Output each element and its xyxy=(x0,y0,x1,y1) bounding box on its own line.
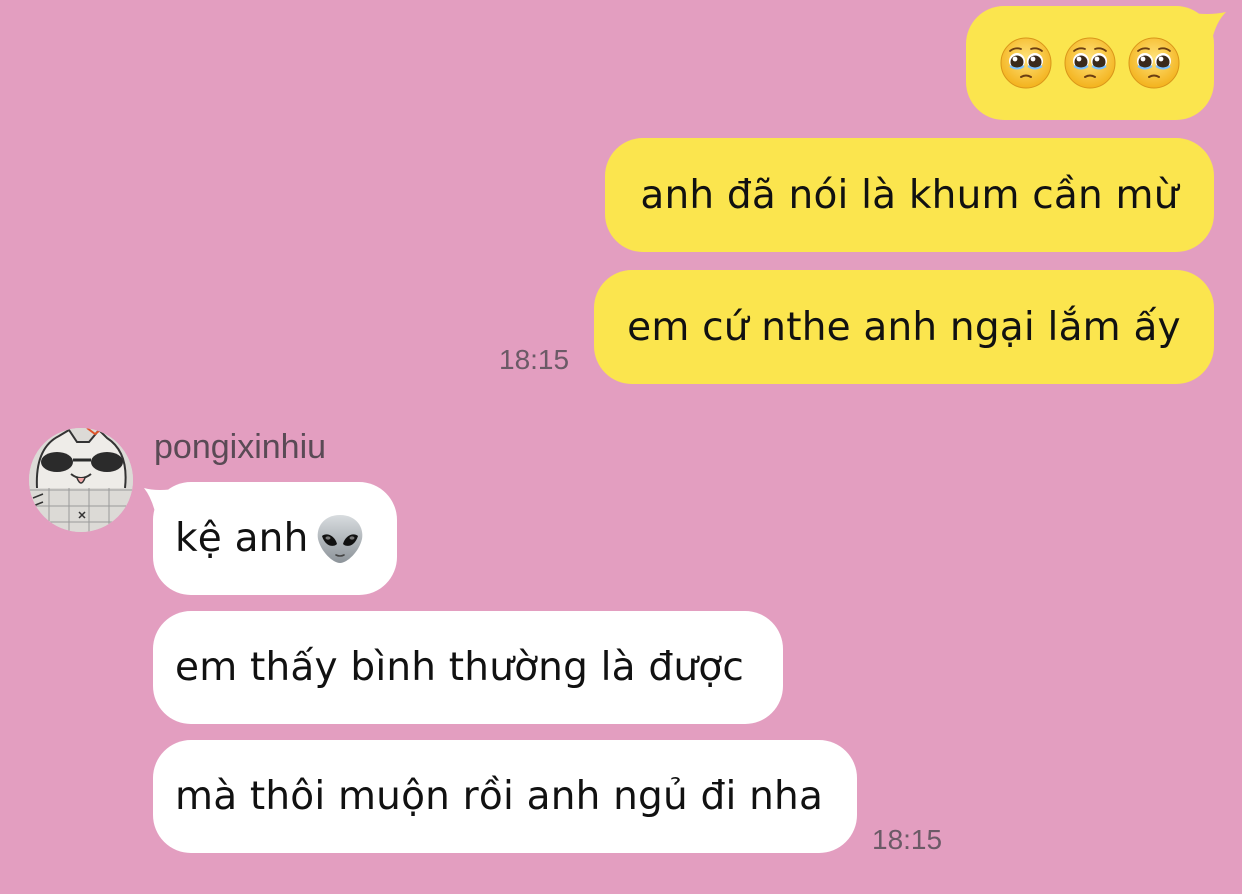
pleading-face-emoji-icon xyxy=(1064,37,1116,89)
outgoing-emoji-message[interactable] xyxy=(966,6,1214,120)
sender-name[interactable]: pongixinhiu xyxy=(154,428,326,467)
message-text: em thấy bình thường là được xyxy=(175,645,744,690)
outgoing-timestamp: 18:15 xyxy=(499,344,570,375)
pleading-face-emoji-icon xyxy=(1000,37,1052,89)
incoming-message[interactable]: em thấy bình thường là được xyxy=(153,611,783,724)
message-text: em cứ nthe anh ngại lắm ấy xyxy=(627,304,1181,350)
cat-sunglasses-sketch-icon xyxy=(29,428,133,532)
message-text: anh đã nói là khum cần mừ xyxy=(640,172,1179,218)
alien-emoji-icon xyxy=(317,514,362,563)
chat-thread: anh đã nói là khum cần mừ em cứ nthe anh… xyxy=(0,0,1242,894)
message-text: kệ anh xyxy=(175,516,309,561)
outgoing-message[interactable]: em cứ nthe anh ngại lắm ấy xyxy=(594,270,1214,384)
sender-avatar[interactable] xyxy=(29,428,133,532)
incoming-message[interactable]: mà thôi muộn rồi anh ngủ đi nha xyxy=(153,740,857,853)
incoming-message[interactable]: kệ anh xyxy=(153,482,397,595)
emoji-row xyxy=(999,36,1181,90)
incoming-timestamp: 18:15 xyxy=(872,824,943,855)
message-text: mà thôi muộn rồi anh ngủ đi nha xyxy=(175,774,824,819)
outgoing-message[interactable]: anh đã nói là khum cần mừ xyxy=(605,138,1214,252)
pleading-face-emoji-icon xyxy=(1128,37,1180,89)
